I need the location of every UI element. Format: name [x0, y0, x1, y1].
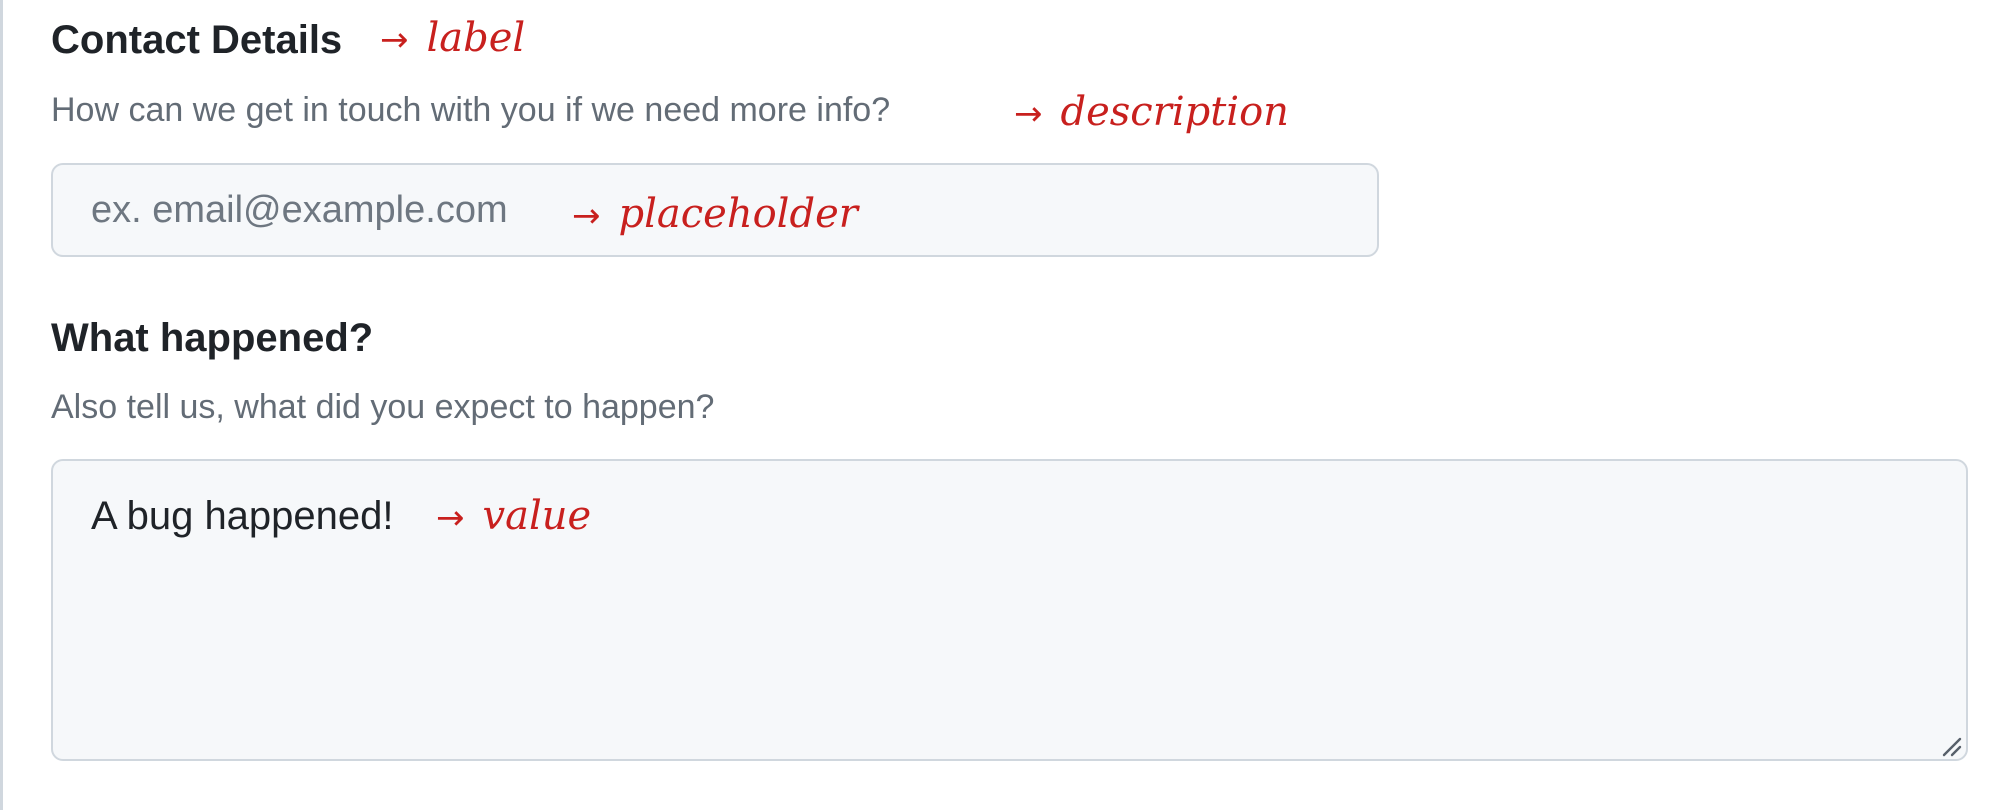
annotation-placeholder: → placeholder	[572, 190, 858, 240]
resize-handle-icon[interactable]	[1940, 735, 1962, 757]
issue-form: Contact Details How can we get in touch …	[0, 0, 2016, 810]
annotation-value: → value	[436, 492, 591, 542]
annotation-description: → description	[1014, 88, 1289, 138]
what-happened-description: Also tell us, what did you expect to hap…	[51, 388, 715, 426]
what-happened-textarea[interactable]: A bug happened!	[51, 459, 1968, 761]
annotation-label: → label	[380, 14, 525, 64]
annotation-placeholder-text: placeholder	[618, 191, 858, 237]
arrow-right-icon: →	[436, 498, 465, 538]
arrow-right-icon: →	[572, 196, 601, 236]
annotation-description-text: description	[1060, 89, 1289, 135]
annotation-value-text: value	[482, 493, 592, 539]
arrow-right-icon: →	[380, 20, 409, 60]
arrow-right-icon: →	[1014, 94, 1043, 134]
contact-details-label: Contact Details	[51, 18, 343, 62]
annotation-label-text: label	[426, 15, 526, 61]
what-happened-label: What happened?	[51, 316, 374, 360]
contact-details-description: How can we get in touch with you if we n…	[51, 91, 891, 129]
left-border	[0, 0, 3, 810]
